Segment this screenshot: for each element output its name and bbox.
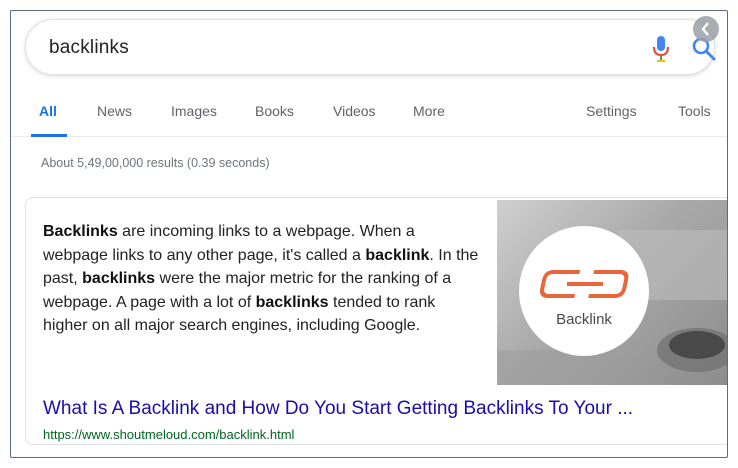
search-input[interactable]: backlinks (49, 37, 129, 59)
snippet-bold: backlinks (255, 293, 329, 311)
tab-more[interactable]: More (413, 103, 445, 119)
active-tab-indicator (31, 134, 67, 137)
logo-label: Backlink (556, 311, 612, 328)
snippet-text: Backlinks are incoming links to a webpag… (43, 220, 483, 338)
tab-settings[interactable]: Settings (586, 103, 637, 119)
tab-images[interactable]: Images (171, 103, 217, 119)
microphone-icon[interactable] (652, 35, 670, 63)
featured-snippet: Backlinks are incoming links to a webpag… (25, 197, 727, 445)
result-stats: About 5,49,00,000 results (0.39 seconds) (41, 156, 270, 170)
tab-news[interactable]: News (97, 103, 132, 119)
snippet-bold: backlinks (82, 270, 156, 287)
tab-all[interactable]: All (39, 103, 57, 119)
search-bar[interactable]: backlinks (25, 19, 716, 75)
snippet-image[interactable]: Backlink (497, 200, 727, 385)
tab-tools[interactable]: Tools (678, 103, 711, 119)
search-results-panel: backlinks All News Images Books Videos M… (10, 10, 728, 458)
result-url[interactable]: https://www.shoutmeloud.com/backlink.htm… (43, 427, 294, 442)
snippet-bold: Backlinks (43, 223, 118, 240)
logo-badge: Backlink (519, 226, 649, 356)
snippet-bold: backlink (365, 246, 430, 264)
chevron-left-icon[interactable] (693, 16, 719, 42)
chain-link-icon (540, 270, 629, 298)
tab-books[interactable]: Books (255, 103, 294, 119)
result-title-link[interactable]: What Is A Backlink and How Do You Start … (43, 398, 633, 420)
tab-videos[interactable]: Videos (333, 103, 376, 119)
search-tabs: All News Images Books Videos More Settin… (11, 91, 727, 137)
